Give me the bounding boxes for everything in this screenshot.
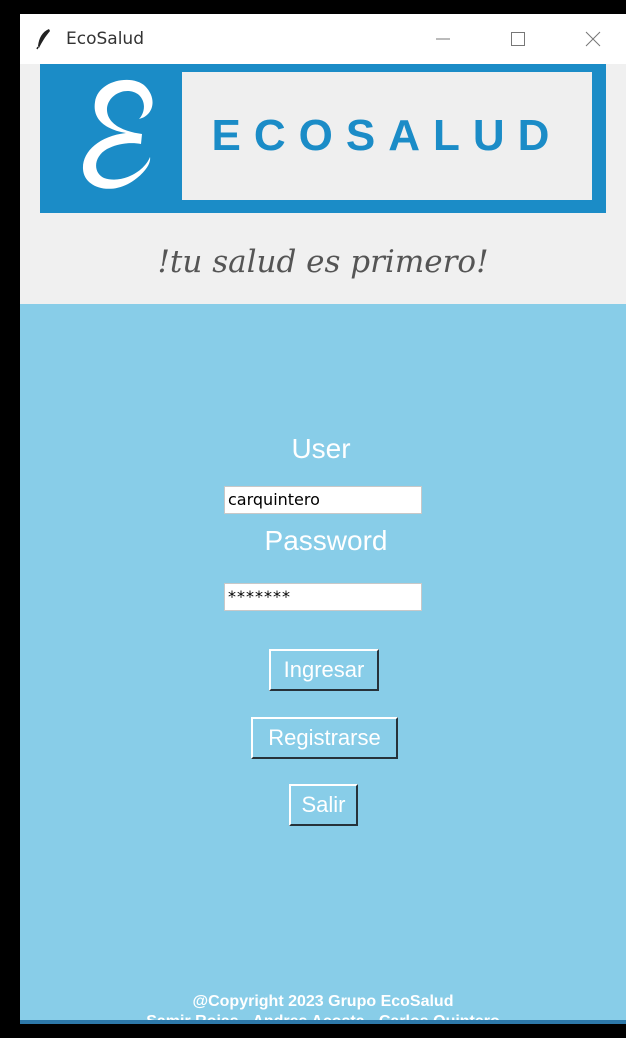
ecosalud-logo: ECOSALUD (40, 64, 606, 213)
brand-wordmark: ECOSALUD (211, 111, 563, 160)
feather-icon (36, 29, 50, 50)
copyright-text: @Copyright 2023 Grupo EcoSalud (192, 993, 454, 1010)
password-label: Password (264, 525, 388, 556)
logo-wordmark-box: ECOSALUD (182, 72, 592, 200)
login-form: User carquintero Password ******* Ingres… (20, 304, 626, 1024)
user-label: User (291, 433, 351, 464)
user-input[interactable]: carquintero (224, 486, 422, 514)
logo-e-icon (82, 79, 153, 189)
title-bar[interactable]: EcoSalud (20, 14, 626, 64)
minimize-icon (436, 38, 450, 40)
window-title: EcoSalud (66, 29, 144, 49)
ingresar-button[interactable]: Ingresar (269, 649, 379, 691)
maximize-icon (511, 32, 525, 46)
close-icon (585, 31, 601, 47)
registrarse-button[interactable]: Registrarse (251, 717, 398, 759)
window-bottom-border (20, 1020, 626, 1024)
app-window: EcoSalud ECOSALUD !tu salud es primero! … (20, 14, 626, 1024)
close-button[interactable] (576, 22, 610, 56)
minimize-button[interactable] (426, 22, 460, 56)
header-banner: ECOSALUD !tu salud es primero! (20, 64, 626, 304)
password-input[interactable]: ******* (224, 583, 422, 611)
tagline: !tu salud es primero! (157, 244, 489, 280)
maximize-button[interactable] (501, 22, 535, 56)
salir-button[interactable]: Salir (289, 784, 358, 826)
